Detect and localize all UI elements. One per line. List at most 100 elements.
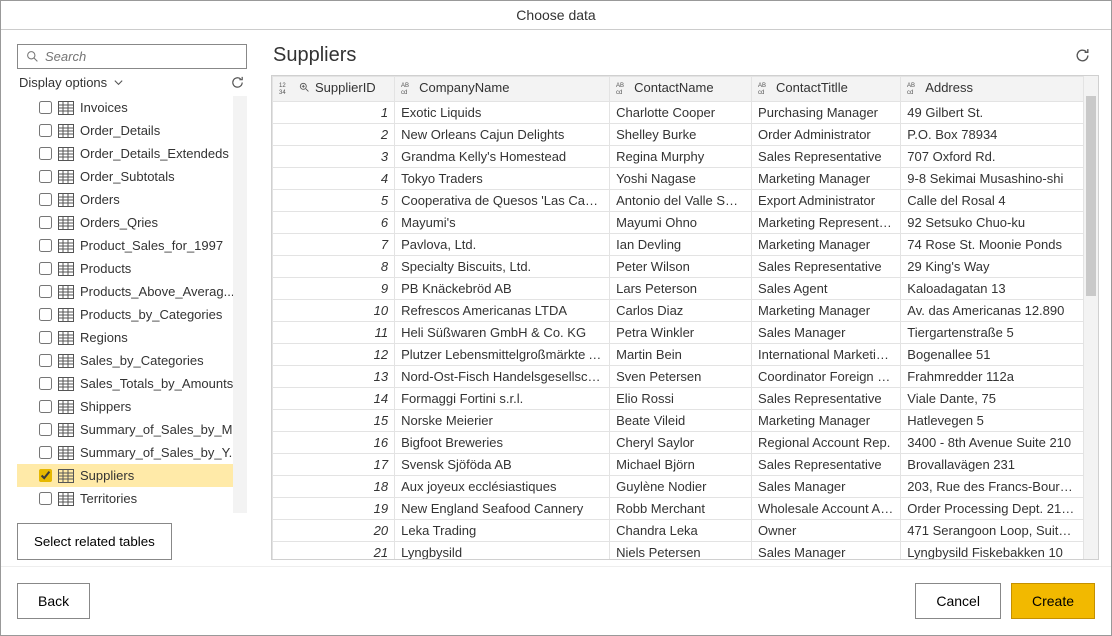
svg-text:cd: cd: [401, 90, 407, 95]
cell-companyname: Refrescos Americanas LTDA: [395, 299, 610, 321]
tree-item-checkbox[interactable]: [39, 193, 52, 206]
tree-item-order_details_extendeds[interactable]: Order_Details_Extendeds: [17, 142, 233, 165]
tree-item-checkbox[interactable]: [39, 377, 52, 390]
back-button[interactable]: Back: [17, 583, 90, 619]
tree-item-checkbox[interactable]: [39, 170, 52, 183]
svg-text:cd: cd: [758, 90, 764, 95]
expand-icon[interactable]: [299, 82, 311, 94]
display-options-dropdown[interactable]: Display options: [17, 69, 247, 96]
vertical-scrollbar[interactable]: [1084, 76, 1098, 559]
cell-contacttitle: Marketing Manager: [752, 233, 901, 255]
cell-supplierid: 4: [273, 167, 395, 189]
tree-item-territories[interactable]: Territories: [17, 487, 233, 510]
cell-address: 3400 - 8th Avenue Suite 210: [901, 431, 1084, 453]
tree-item-checkbox[interactable]: [39, 423, 52, 436]
table-row[interactable]: 16Bigfoot BreweriesCheryl SaylorRegional…: [273, 431, 1084, 453]
tree-item-invoices[interactable]: Invoices: [17, 96, 233, 119]
cell-contactname: Beate Vileid: [610, 409, 752, 431]
table-row[interactable]: 18Aux joyeux ecclésiastiquesGuylène Nodi…: [273, 475, 1084, 497]
tree-item-checkbox[interactable]: [39, 262, 52, 275]
svg-text:AB: AB: [758, 83, 766, 89]
select-related-tables-button[interactable]: Select related tables: [17, 523, 172, 560]
refresh-tree-button[interactable]: [230, 75, 245, 90]
cell-contactname: Robb Merchant: [610, 497, 752, 519]
tree-item-checkbox[interactable]: [39, 239, 52, 252]
tree-item-product_sales_for_1997[interactable]: Product_Sales_for_1997: [17, 234, 233, 257]
table-row[interactable]: 6Mayumi'sMayumi OhnoMarketing Representa…: [273, 211, 1084, 233]
table-row[interactable]: 2New Orleans Cajun DelightsShelley Burke…: [273, 123, 1084, 145]
column-header-contactname[interactable]: ABcdContactName: [610, 77, 752, 102]
tree-scrollbar-thumb[interactable]: [237, 126, 247, 346]
display-options-label: Display options: [19, 75, 107, 90]
search-field[interactable]: [17, 44, 247, 69]
tree-item-shippers[interactable]: Shippers: [17, 395, 233, 418]
tree-item-checkbox[interactable]: [39, 469, 52, 482]
cell-companyname: Pavlova, Ltd.: [395, 233, 610, 255]
preview-title: Suppliers: [273, 44, 356, 67]
data-grid[interactable]: 1234SupplierIDABcdCompanyNameABcdContact…: [271, 75, 1099, 560]
search-input[interactable]: [45, 49, 238, 64]
tree-item-label: Order_Details: [80, 123, 160, 138]
table-tree[interactable]: Invoices Order_Details Order_Details_Exten…: [17, 96, 233, 513]
svg-text:AB: AB: [616, 83, 624, 89]
table-row[interactable]: 13Nord-Ost-Fisch Handelsgesellschaft m..…: [273, 365, 1084, 387]
cell-contactname: Yoshi Nagase: [610, 167, 752, 189]
table-row[interactable]: 21LyngbysildNiels PetersenSales ManagerL…: [273, 541, 1084, 559]
tree-item-checkbox[interactable]: [39, 124, 52, 137]
table-row[interactable]: 15Norske MeierierBeate VileidMarketing M…: [273, 409, 1084, 431]
table-row[interactable]: 4Tokyo TradersYoshi NagaseMarketing Mana…: [273, 167, 1084, 189]
tree-item-checkbox[interactable]: [39, 285, 52, 298]
table-row[interactable]: 7Pavlova, Ltd.Ian DevlingMarketing Manag…: [273, 233, 1084, 255]
create-button[interactable]: Create: [1011, 583, 1095, 619]
tree-item-label: Summary_of_Sales_by_M...: [80, 422, 233, 437]
tree-item-checkbox[interactable]: [39, 354, 52, 367]
refresh-preview-button[interactable]: [1074, 47, 1091, 64]
tree-item-label: Products: [80, 261, 131, 276]
tree-item-checkbox[interactable]: [39, 446, 52, 459]
table-row[interactable]: 3Grandma Kelly's HomesteadRegina MurphyS…: [273, 145, 1084, 167]
tree-item-order_details[interactable]: Order_Details: [17, 119, 233, 142]
column-header-contacttitlle[interactable]: ABcdContactTitlle: [752, 77, 901, 102]
tree-item-checkbox[interactable]: [39, 492, 52, 505]
tree-item-summary_of_sales_by_m...[interactable]: Summary_of_Sales_by_M...: [17, 418, 233, 441]
column-header-companyname[interactable]: ABcdCompanyName: [395, 77, 610, 102]
tree-item-checkbox[interactable]: [39, 400, 52, 413]
table-row[interactable]: 10Refrescos Americanas LTDACarlos DiazMa…: [273, 299, 1084, 321]
table-row[interactable]: 19New England Seafood CanneryRobb Mercha…: [273, 497, 1084, 519]
tree-item-checkbox[interactable]: [39, 308, 52, 321]
tree-item-sales_by_categories[interactable]: Sales_by_Categories: [17, 349, 233, 372]
table-row[interactable]: 8Specialty Biscuits, Ltd.Peter WilsonSal…: [273, 255, 1084, 277]
column-header-address[interactable]: ABcdAddress: [901, 77, 1084, 102]
v-scrollbar-thumb[interactable]: [1086, 96, 1096, 296]
tree-item-products_by_categories[interactable]: Products_by_Categories: [17, 303, 233, 326]
table-icon: [58, 147, 74, 161]
cell-contactname: Antonio del Valle Saave...: [610, 189, 752, 211]
tree-item-checkbox[interactable]: [39, 331, 52, 344]
table-row[interactable]: 14Formaggi Fortini s.r.l.Elio RossiSales…: [273, 387, 1084, 409]
cell-contactname: Peter Wilson: [610, 255, 752, 277]
cancel-button[interactable]: Cancel: [915, 583, 1001, 619]
cell-supplierid: 5: [273, 189, 395, 211]
tree-item-suppliers[interactable]: Suppliers: [17, 464, 233, 487]
tree-item-label: Regions: [80, 330, 128, 345]
tree-item-sales_totals_by_amounts[interactable]: Sales_Totals_by_Amounts: [17, 372, 233, 395]
table-icon: [58, 423, 74, 437]
table-row[interactable]: 9PB Knäckebröd ABLars PetersonSales Agen…: [273, 277, 1084, 299]
tree-item-orders[interactable]: Orders: [17, 188, 233, 211]
table-row[interactable]: 5Cooperativa de Quesos 'Las Cabras'Anton…: [273, 189, 1084, 211]
tree-item-products_above_averag...[interactable]: Products_Above_Averag...: [17, 280, 233, 303]
table-row[interactable]: 12Plutzer Lebensmittelgroßmärkte AGMarti…: [273, 343, 1084, 365]
tree-item-checkbox[interactable]: [39, 147, 52, 160]
table-row[interactable]: 20Leka TradingChandra LekaOwner471 Seran…: [273, 519, 1084, 541]
tree-item-checkbox[interactable]: [39, 216, 52, 229]
tree-item-checkbox[interactable]: [39, 101, 52, 114]
table-row[interactable]: 17Svensk Sjöföda ABMichael BjörnSales Re…: [273, 453, 1084, 475]
tree-item-summary_of_sales_by_y...[interactable]: Summary_of_Sales_by_Y...: [17, 441, 233, 464]
table-row[interactable]: 11Heli Süßwaren GmbH & Co. KGPetra Winkl…: [273, 321, 1084, 343]
tree-item-products[interactable]: Products: [17, 257, 233, 280]
tree-item-regions[interactable]: Regions: [17, 326, 233, 349]
tree-item-order_subtotals[interactable]: Order_Subtotals: [17, 165, 233, 188]
table-row[interactable]: 1Exotic LiquidsCharlotte CooperPurchasin…: [273, 101, 1084, 123]
column-header-supplierid[interactable]: 1234SupplierID: [273, 77, 395, 102]
tree-item-orders_qries[interactable]: Orders_Qries: [17, 211, 233, 234]
